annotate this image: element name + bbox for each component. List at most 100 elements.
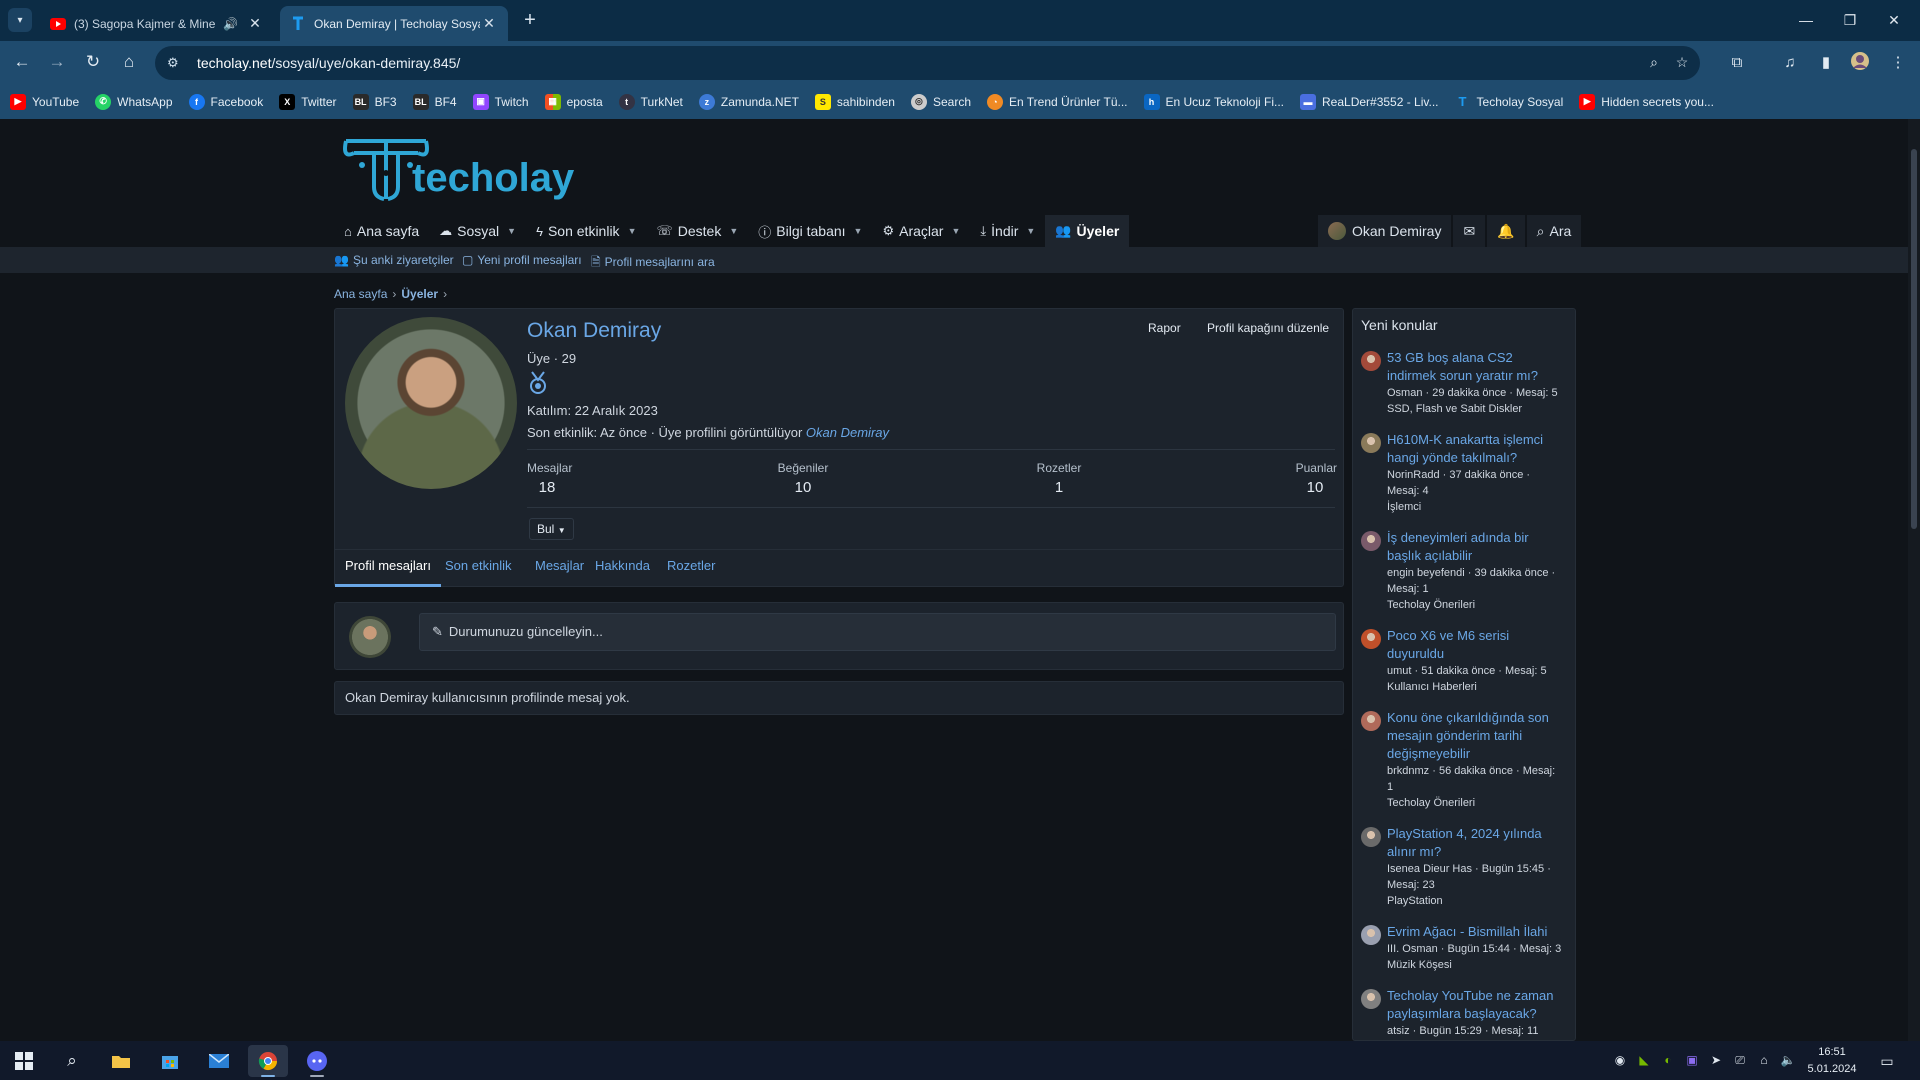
chrome-taskbar-icon[interactable] bbox=[248, 1045, 288, 1077]
bookmark-eposta[interactable]: ▦ eposta bbox=[544, 93, 603, 110]
thread-title[interactable]: 53 GB boş alana CS2 bbox=[1387, 349, 1571, 367]
discord-icon[interactable] bbox=[297, 1045, 337, 1077]
nav-bilgi-tabani[interactable]: ⓘ Bilgi tabanı ▼ bbox=[748, 215, 872, 247]
chrome-menu-icon[interactable]: ⋮ bbox=[1886, 51, 1910, 75]
tab-son-etkinlik[interactable]: Son etkinlik bbox=[435, 550, 521, 587]
nav-destek[interactable]: ☏ Destek ▼ bbox=[646, 215, 748, 247]
file-explorer-icon[interactable] bbox=[101, 1045, 141, 1077]
thread-item[interactable]: Evrim Ağacı - Bismillah İlahi III. Osman … bbox=[1361, 923, 1571, 973]
chevron-down-icon[interactable]: ▼ bbox=[854, 226, 863, 236]
thread-forum[interactable]: Techolay Önerileri bbox=[1387, 597, 1571, 613]
avatar[interactable] bbox=[1361, 827, 1381, 847]
thread-title[interactable]: değişmeyebilir bbox=[1387, 745, 1571, 763]
nvidia-tray-icon[interactable]: ◣ bbox=[1636, 1052, 1652, 1068]
chevron-down-icon[interactable]: ▼ bbox=[507, 226, 516, 236]
stat-puanlar[interactable]: Puanlar 10 bbox=[1293, 461, 1337, 496]
home-icon[interactable]: ⌂ bbox=[116, 49, 142, 75]
avatar[interactable] bbox=[1361, 989, 1381, 1009]
mail-icon[interactable] bbox=[199, 1045, 239, 1077]
bookmark-techolay[interactable]: T Techolay Sosyal bbox=[1455, 94, 1564, 110]
browser-tab-techolay[interactable]: Okan Demiray | Techolay Sosyal ✕ bbox=[280, 6, 508, 41]
thread-forum[interactable]: Müzik Köşesi bbox=[1387, 957, 1571, 973]
taskbar-search-icon[interactable]: ⌕ bbox=[52, 1045, 92, 1077]
breadcrumb-uyeler[interactable]: Üyeler bbox=[401, 287, 438, 301]
profile-avatar-icon[interactable] bbox=[1848, 51, 1872, 75]
avatar[interactable] bbox=[1361, 433, 1381, 453]
find-menu-button[interactable]: Bul ▼ bbox=[529, 518, 574, 540]
bookmark-search[interactable]: ◎ Search bbox=[910, 93, 971, 110]
bookmark-sahibinden[interactable]: Ssahibinden bbox=[814, 93, 895, 110]
thread-forum[interactable]: Kullanıcı Haberleri bbox=[1387, 679, 1571, 695]
new-tab-button[interactable]: + bbox=[518, 8, 542, 32]
thread-title[interactable]: başlık açılabilir bbox=[1387, 547, 1571, 565]
subnav-new-profile-messages[interactable]: ▢ Yeni profil mesajları bbox=[462, 253, 582, 267]
network-icon[interactable]: ⌂ bbox=[1756, 1052, 1772, 1068]
bookmark-trend[interactable]: ◔ En Trend Ürünler Tü... bbox=[987, 93, 1128, 110]
tab-profil-mesajlari[interactable]: Profil mesajları bbox=[335, 550, 441, 587]
account-button[interactable]: Okan Demiray bbox=[1318, 215, 1452, 247]
thread-forum[interactable]: Techolay Önerileri bbox=[1387, 795, 1571, 811]
thread-forum[interactable]: PlayStation bbox=[1387, 893, 1571, 909]
bookmark-teknoloji[interactable]: h En Ucuz Teknoloji Fi... bbox=[1143, 93, 1284, 110]
report-button[interactable]: Rapor bbox=[1148, 321, 1181, 335]
activity-link[interactable]: Okan Demiray bbox=[806, 425, 889, 440]
status-input[interactable]: ✎ Durumunuzu güncelleyin... bbox=[419, 613, 1336, 651]
bookmark-zamunda[interactable]: z Zamunda.NET bbox=[698, 93, 799, 110]
scrollbar-thumb[interactable] bbox=[1911, 149, 1917, 529]
tab-mesajlar[interactable]: Mesajlar bbox=[525, 550, 594, 587]
tab-rozetler[interactable]: Rozetler bbox=[657, 550, 725, 587]
thread-title[interactable]: Evrim Ağacı - Bismillah İlahi bbox=[1387, 923, 1571, 941]
store-icon[interactable] bbox=[150, 1045, 190, 1077]
discord-tray-icon[interactable]: ◉ bbox=[1612, 1052, 1628, 1068]
thread-item[interactable]: Poco X6 ve M6 serisi duyuruldu umut · 51 d… bbox=[1361, 627, 1571, 695]
bookmark-facebook[interactable]: f Facebook bbox=[188, 93, 263, 110]
nav-sosyal[interactable]: ☁ Sosyal ▼ bbox=[429, 215, 526, 247]
media-control-icon[interactable]: ♫ bbox=[1778, 51, 1802, 75]
chevron-down-icon[interactable]: ▼ bbox=[1026, 226, 1035, 236]
page-scrollbar[interactable] bbox=[1908, 119, 1920, 1041]
nav-indir[interactable]: ⤓ İndir ▼ bbox=[970, 215, 1045, 247]
bookmark-whatsapp[interactable]: ✆ WhatsApp bbox=[95, 93, 173, 110]
thread-title[interactable]: Poco X6 ve M6 serisi bbox=[1387, 627, 1571, 645]
site-info-icon[interactable]: ⚙ bbox=[167, 55, 189, 71]
address-bar[interactable]: ⚙ techolay.net/sosyal/uye/okan-demiray.8… bbox=[155, 46, 1700, 80]
medal-icon[interactable] bbox=[527, 371, 549, 395]
profile-avatar[interactable] bbox=[345, 317, 517, 489]
thread-title[interactable]: hangi yönde takılmalı? bbox=[1387, 449, 1571, 467]
app-tray-icon[interactable]: ▣ bbox=[1684, 1052, 1700, 1068]
subnav-search-profile-messages[interactable]: 🗎 Profil mesajlarını ara bbox=[591, 253, 715, 274]
thread-title[interactable]: İş deneyimleri adında bir bbox=[1387, 529, 1571, 547]
tab-search-button[interactable]: ▾ bbox=[8, 8, 32, 32]
gpu-tray-icon[interactable]: ◐ bbox=[1660, 1052, 1676, 1068]
speaker-icon[interactable]: 🔊 bbox=[223, 17, 238, 31]
thread-forum[interactable]: İşlemci bbox=[1387, 499, 1571, 515]
search-button[interactable]: ⌕ Ara bbox=[1526, 215, 1582, 247]
bookmark-turknet[interactable]: t TurkNet bbox=[618, 93, 683, 110]
inbox-button[interactable]: ✉ bbox=[1453, 215, 1486, 247]
thread-title[interactable]: indirmek sorun yaratır mı? bbox=[1387, 367, 1571, 385]
bookmark-bf3[interactable]: BL BF3 bbox=[352, 93, 397, 110]
avatar[interactable] bbox=[1361, 711, 1381, 731]
profile-name[interactable]: Okan Demiray bbox=[527, 319, 661, 343]
thread-item[interactable]: Techolay YouTube ne zaman paylaşımlara ba… bbox=[1361, 987, 1571, 1040]
forward-icon[interactable]: → bbox=[44, 49, 70, 75]
extensions-icon[interactable]: ⧉ bbox=[1725, 51, 1749, 75]
close-tab-icon[interactable]: ✕ bbox=[246, 15, 264, 32]
notification-icon[interactable]: ▭ bbox=[1876, 1050, 1898, 1072]
bookmark-star-icon[interactable]: ☆ bbox=[1673, 54, 1691, 72]
thread-item[interactable]: İş deneyimleri adında bir başlık açılabil… bbox=[1361, 529, 1571, 613]
start-button[interactable] bbox=[4, 1045, 44, 1077]
stat-rozetler[interactable]: Rozetler 1 bbox=[1035, 461, 1083, 496]
bookmark-twitch[interactable]: ▣ Twitch bbox=[472, 93, 529, 110]
thread-title[interactable]: PlayStation 4, 2024 yılında bbox=[1387, 825, 1571, 843]
thread-title[interactable]: mesajın gönderim tarihi bbox=[1387, 727, 1571, 745]
nav-son-etkinlik[interactable]: ϟ Son etkinlik ▼ bbox=[526, 215, 646, 247]
thread-title[interactable]: H610M-K anakartta işlemci bbox=[1387, 431, 1571, 449]
nav-uyeler[interactable]: 👥 Üyeler bbox=[1045, 215, 1130, 247]
alerts-button[interactable]: 🔔 bbox=[1487, 215, 1525, 247]
thread-title[interactable]: Konu öne çıkarıldığında son bbox=[1387, 709, 1571, 727]
zoom-icon[interactable]: ⌕ bbox=[1645, 54, 1663, 72]
bookmark-realder[interactable]: ▬ ReaLDer#3552 - Liv... bbox=[1300, 93, 1439, 110]
tab-hakkinda[interactable]: Hakkında bbox=[585, 550, 660, 587]
avatar[interactable] bbox=[1361, 629, 1381, 649]
